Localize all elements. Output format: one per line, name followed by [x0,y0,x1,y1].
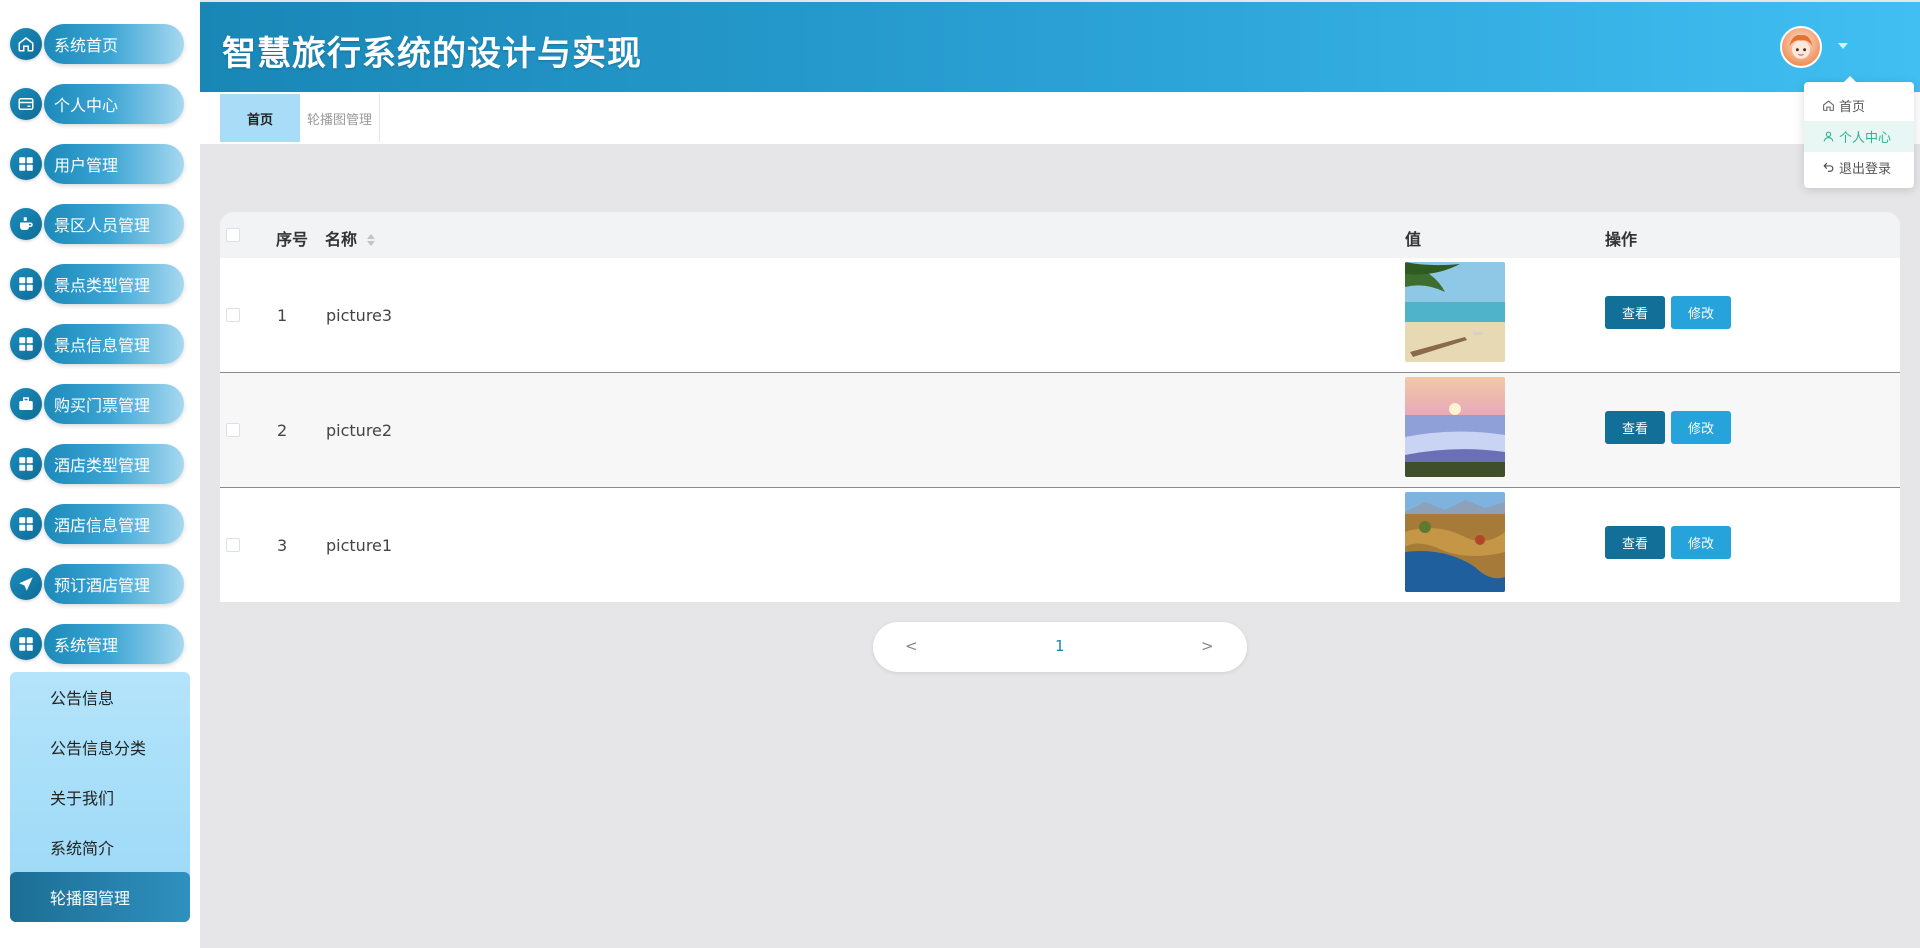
table-header: 序号 名称 值 操作 [220,212,1900,258]
row-checkbox[interactable] [226,308,240,322]
user-icon [1823,131,1834,142]
submenu-item-about-us[interactable]: 关于我们 [10,772,190,822]
home-icon [1823,100,1834,111]
grid-icon [10,448,42,480]
column-header-name[interactable]: 名称 [325,226,375,250]
submenu-item-system-intro[interactable]: 系统简介 [10,822,190,872]
grid-icon [10,628,42,660]
sidebar-item-label: 景点类型管理 [44,264,184,304]
column-header-value: 值 [1405,230,1422,249]
submenu-item-notice-category[interactable]: 公告信息分类 [10,722,190,772]
column-header-actions: 操作 [1605,230,1638,249]
select-all-checkbox[interactable] [226,228,240,242]
sidebar-item-label: 酒店信息管理 [44,504,184,544]
sidebar-item-hotel-type[interactable]: 酒店类型管理 [10,444,184,484]
coffee-icon [10,208,42,240]
row-checkbox[interactable] [226,538,240,552]
send-icon [10,568,42,600]
avatar[interactable] [1780,26,1822,68]
row-image-beach[interactable] [1405,262,1505,362]
system-submenu: 公告信息 公告信息分类 关于我们 系统简介 轮播图管理 [10,672,190,922]
table-row: 3 picture1 查看 修改 [220,488,1900,602]
briefcase-icon [10,388,42,420]
row-index: 3 [277,536,288,555]
sidebar-item-home[interactable]: 系统首页 [10,24,184,64]
edit-button[interactable]: 修改 [1671,526,1731,559]
row-name: picture3 [326,306,393,325]
sidebar-item-hotel-booking[interactable]: 预订酒店管理 [10,564,184,604]
tab-bar: 首页 轮播图管理 [200,92,1920,144]
sidebar-item-scenic-staff[interactable]: 景区人员管理 [10,204,184,244]
grid-icon [10,328,42,360]
view-button[interactable]: 查看 [1605,411,1665,444]
submenu-item-carousel[interactable]: 轮播图管理 [10,872,190,922]
sidebar-item-tickets[interactable]: 购买门票管理 [10,384,184,424]
sidebar-item-label: 系统首页 [44,24,184,64]
wallet-icon [10,88,42,120]
sidebar-item-hotel-info[interactable]: 酒店信息管理 [10,504,184,544]
sidebar-item-label: 用户管理 [44,144,184,184]
row-name: picture2 [326,421,393,440]
dropdown-item-label: 首页 [1839,100,1866,115]
pagination-page-1[interactable]: 1 [1055,637,1065,655]
row-image-lake[interactable] [1405,492,1505,592]
header: 智慧旅行系统的设计与实现 [200,2,1920,92]
dropdown-item-home[interactable]: 首页 [1804,90,1914,121]
sidebar-item-label: 预订酒店管理 [44,564,184,604]
pagination: < 1 > [873,622,1247,672]
row-index: 2 [277,421,288,440]
sidebar-item-users[interactable]: 用户管理 [10,144,184,184]
row-index: 1 [277,306,288,325]
user-dropdown-menu: 首页 个人中心 退出登录 [1804,76,1914,188]
grid-icon [10,508,42,540]
home-icon [10,28,42,60]
dropdown-item-label: 退出登录 [1839,162,1892,177]
data-table: 序号 名称 值 操作 1 picture3 查看 修改 2 picture2 查… [220,212,1900,602]
view-button[interactable]: 查看 [1605,296,1665,329]
column-header-name-label: 名称 [325,230,358,249]
page-title: 智慧旅行系统的设计与实现 [222,34,642,74]
grid-icon [10,268,42,300]
dropdown-item-label: 个人中心 [1839,131,1892,146]
column-header-index: 序号 [276,230,309,249]
sidebar-item-profile[interactable]: 个人中心 [10,84,184,124]
row-image-waterfall[interactable] [1405,377,1505,477]
submenu-item-notice[interactable]: 公告信息 [10,672,190,722]
back-arrow-icon [1823,162,1834,172]
sidebar-item-label: 酒店类型管理 [44,444,184,484]
pagination-next-button[interactable]: > [1201,637,1214,655]
table-row: 1 picture3 查看 修改 [220,258,1900,373]
sidebar-item-spot-info[interactable]: 景点信息管理 [10,324,184,364]
sort-icon[interactable] [366,231,375,250]
table-row: 2 picture2 查看 修改 [220,373,1900,488]
sidebar: 系统首页 个人中心 用户管理 景区人员管理 景点类型管理 景点信息管理 购买门票… [0,0,200,948]
edit-button[interactable]: 修改 [1671,411,1731,444]
sidebar-item-system[interactable]: 系统管理 [10,624,184,664]
row-name: picture1 [326,536,393,555]
grid-icon [10,148,42,180]
sidebar-item-label: 个人中心 [44,84,184,124]
sidebar-item-spot-type[interactable]: 景点类型管理 [10,264,184,304]
view-button[interactable]: 查看 [1605,526,1665,559]
tab-carousel-management[interactable]: 轮播图管理 [300,94,380,142]
dropdown-item-logout[interactable]: 退出登录 [1804,152,1914,183]
sidebar-item-label: 景点信息管理 [44,324,184,364]
sidebar-item-label: 景区人员管理 [44,204,184,244]
sidebar-item-label: 系统管理 [44,624,184,664]
caret-down-icon[interactable] [1838,43,1848,49]
dropdown-item-profile[interactable]: 个人中心 [1804,121,1914,152]
row-checkbox[interactable] [226,423,240,437]
pagination-prev-button[interactable]: < [905,637,918,655]
edit-button[interactable]: 修改 [1671,296,1731,329]
tab-home[interactable]: 首页 [220,94,300,142]
sidebar-item-label: 购买门票管理 [44,384,184,424]
